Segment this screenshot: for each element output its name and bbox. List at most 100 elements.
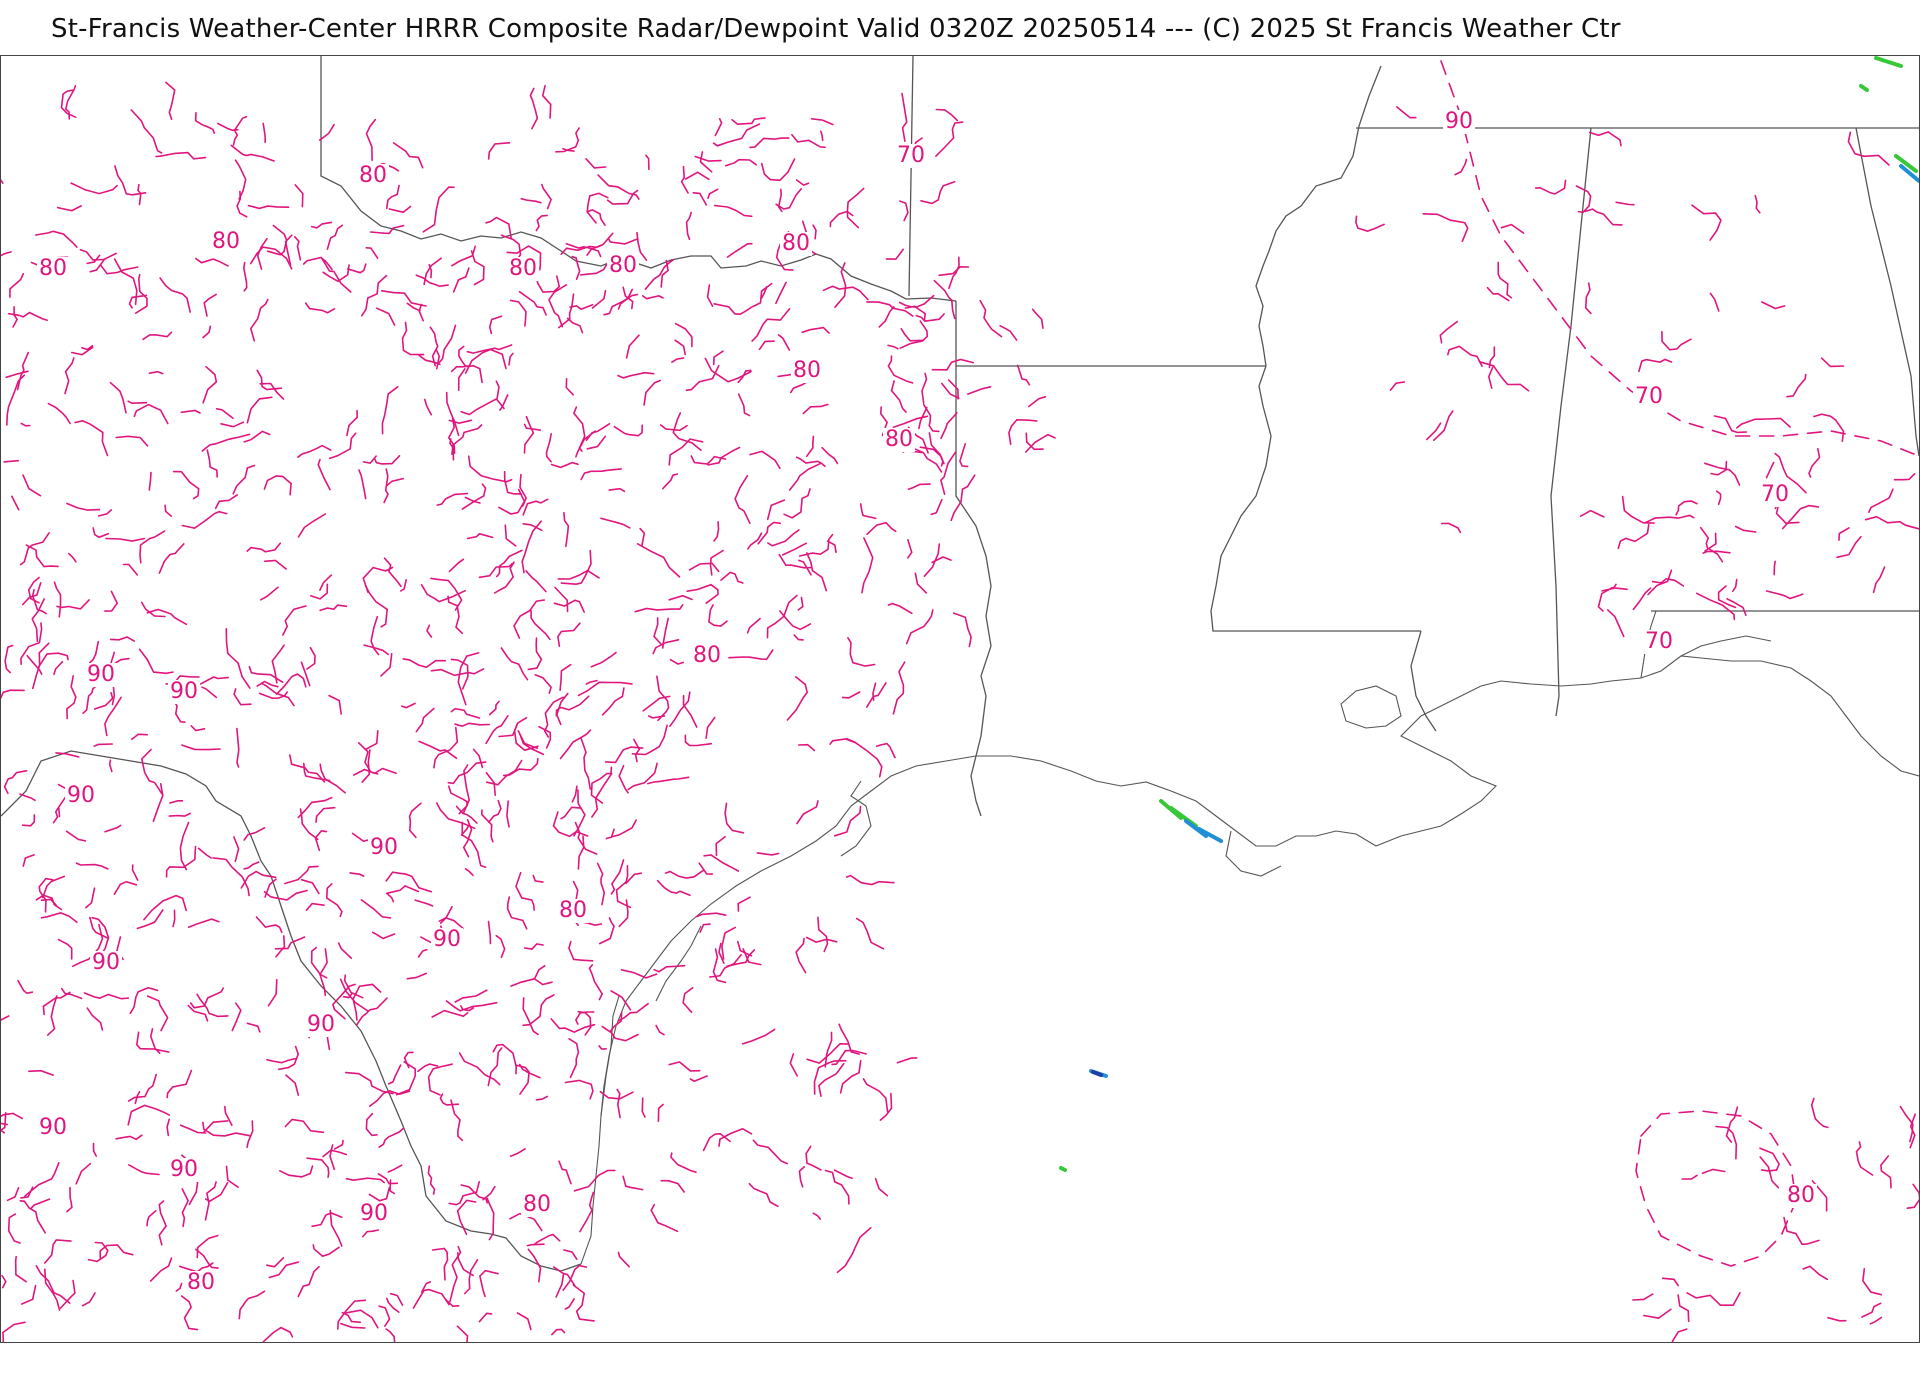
dewpoint-contour-segment xyxy=(478,562,514,579)
dewpoint-contour-segment xyxy=(550,461,579,469)
dewpoint-contour-segment xyxy=(662,473,679,490)
dewpoint-contour-segment xyxy=(938,265,970,277)
dewpoint-contour-segment xyxy=(385,477,404,487)
dewpoint-contour-segment xyxy=(1644,514,1695,524)
dewpoint-contour-segment xyxy=(420,584,466,603)
dewpoint-contour-segment xyxy=(259,586,279,601)
dewpoint-contour-segment xyxy=(611,819,637,838)
dewpoint-contour-segment xyxy=(201,433,251,452)
dewpoint-contour-segment xyxy=(319,948,328,997)
dewpoint-contour-segment xyxy=(686,583,719,604)
radar-echo xyxy=(1874,56,1903,68)
dewpoint-contour-segment xyxy=(44,1239,72,1264)
dewpoint-contour-segment xyxy=(449,1245,462,1303)
dewpoint-contour-segment xyxy=(664,869,705,879)
dewpoint-contour-segment xyxy=(115,1134,143,1141)
dewpoint-contour-segment xyxy=(846,738,883,778)
dewpoint-label: 80 xyxy=(509,256,537,281)
dewpoint-contour-segment xyxy=(127,400,148,405)
dewpoint-contour-segment xyxy=(1715,1125,1738,1160)
dewpoint-contour-line xyxy=(1440,60,1919,457)
dewpoint-contour-segment xyxy=(572,406,586,452)
dewpoint-contour-segment xyxy=(560,806,582,820)
dewpoint-contour-segment xyxy=(952,612,972,648)
dewpoint-contour-segment xyxy=(749,450,781,469)
dewpoint-contour-segment xyxy=(109,636,135,642)
dewpoint-contour-segment xyxy=(319,574,333,591)
dewpoint-contour-segment xyxy=(596,862,606,906)
dewpoint-label: 80 xyxy=(793,358,821,383)
dewpoint-contour-segment xyxy=(565,243,602,258)
dewpoint-contour-segment xyxy=(1808,448,1821,478)
dewpoint-contour-segment xyxy=(788,462,821,491)
dewpoint-contour-segment xyxy=(450,1099,464,1142)
dewpoint-contour-segment xyxy=(148,370,164,375)
dewpoint-contour-segment xyxy=(694,155,722,162)
dewpoint-contour-segment xyxy=(931,358,975,371)
dewpoint-contour-segment xyxy=(232,464,256,495)
dewpoint-contour-segment xyxy=(456,1325,469,1342)
dewpoint-contour-segment xyxy=(202,365,218,404)
dewpoint-contour-segment xyxy=(713,350,724,366)
dewpoint-contour-segment xyxy=(454,722,490,728)
dewpoint-contour-segment xyxy=(685,211,692,241)
dewpoint-label: 80 xyxy=(212,229,240,254)
dewpoint-contour-segment xyxy=(172,470,200,500)
dewpoint-contour-segment xyxy=(1726,598,1747,616)
dewpoint-contour-segment xyxy=(1534,179,1567,195)
dewpoint-contour-segment xyxy=(466,344,513,354)
dewpoint-contour-segment xyxy=(266,1257,285,1268)
dewpoint-contour-segment xyxy=(568,1038,580,1079)
dewpoint-contour-segment xyxy=(760,158,796,182)
dewpoint-contour-segment xyxy=(345,1071,394,1095)
dewpoint-contour-segment xyxy=(92,527,110,539)
dewpoint-contour-segment xyxy=(365,1112,378,1137)
dewpoint-contour-segment xyxy=(388,205,412,214)
dewpoint-contour-segment xyxy=(585,158,607,169)
dewpoint-contour-segment xyxy=(35,1265,71,1304)
dewpoint-contour-segment xyxy=(737,393,751,417)
dewpoint-contour-segment xyxy=(645,154,650,171)
dewpoint-contour-segment xyxy=(527,637,543,671)
dewpoint-contour-segment xyxy=(634,604,684,613)
dewpoint-contour-segment xyxy=(523,943,544,950)
dewpoint-contour-segment xyxy=(122,563,139,576)
dewpoint-contour-segment xyxy=(358,469,367,500)
dewpoint-contour-segment xyxy=(139,530,166,564)
dewpoint-contour-segment xyxy=(305,902,325,911)
map-title: St-Francis Weather-Center HRRR Composite… xyxy=(51,14,1621,44)
dewpoint-contour-segment xyxy=(262,122,266,144)
dewpoint-contour-segment xyxy=(533,977,553,986)
dewpoint-contour-segment xyxy=(1454,158,1468,176)
dewpoint-contour-segment xyxy=(789,1053,798,1077)
dewpoint-contour-segment xyxy=(496,549,523,578)
dewpoint-contour-segment xyxy=(325,883,343,918)
dewpoint-contour-segment xyxy=(57,938,73,960)
dewpoint-contour-segment xyxy=(798,533,834,557)
radar-dewpoint-map[interactable]: 80 80 80 80 80 80 80 80 80 80 80 80 80 90 90 90 90 90 90 90… xyxy=(0,55,1920,1343)
dewpoint-contour-segment xyxy=(317,458,331,491)
dewpoint-contour-segment xyxy=(786,676,809,721)
dewpoint-contour-segment xyxy=(353,767,397,776)
dewpoint-contour-segment xyxy=(297,444,332,458)
dewpoint-contour-segment xyxy=(3,459,19,463)
dewpoint-contour-segment xyxy=(195,1248,219,1269)
dewpoint-contour-segment xyxy=(448,558,465,573)
dewpoint-contour-segment xyxy=(361,749,371,783)
dewpoint-contour-segment xyxy=(1880,1155,1892,1189)
dewpoint-contour-segment xyxy=(1500,223,1525,234)
dewpoint-contour-segment xyxy=(509,299,527,327)
dewpoint-contour-segment xyxy=(650,1203,679,1233)
dewpoint-contour-segment xyxy=(641,1097,646,1118)
dewpoint-contour-segment xyxy=(236,727,240,768)
dewpoint-contour-segment xyxy=(885,248,904,261)
dewpoint-label: 70 xyxy=(897,143,925,168)
dewpoint-label: 80 xyxy=(39,256,67,281)
dewpoint-contour-segment xyxy=(797,596,804,611)
dewpoint-contour-segment xyxy=(128,1164,160,1176)
dewpoint-contour-segment xyxy=(38,652,69,668)
dewpoint-label: 90 xyxy=(92,950,120,975)
dewpoint-contour-segment xyxy=(541,183,553,210)
dewpoint-contour-segment xyxy=(617,1002,649,1022)
dewpoint-contour-segment xyxy=(360,899,392,919)
